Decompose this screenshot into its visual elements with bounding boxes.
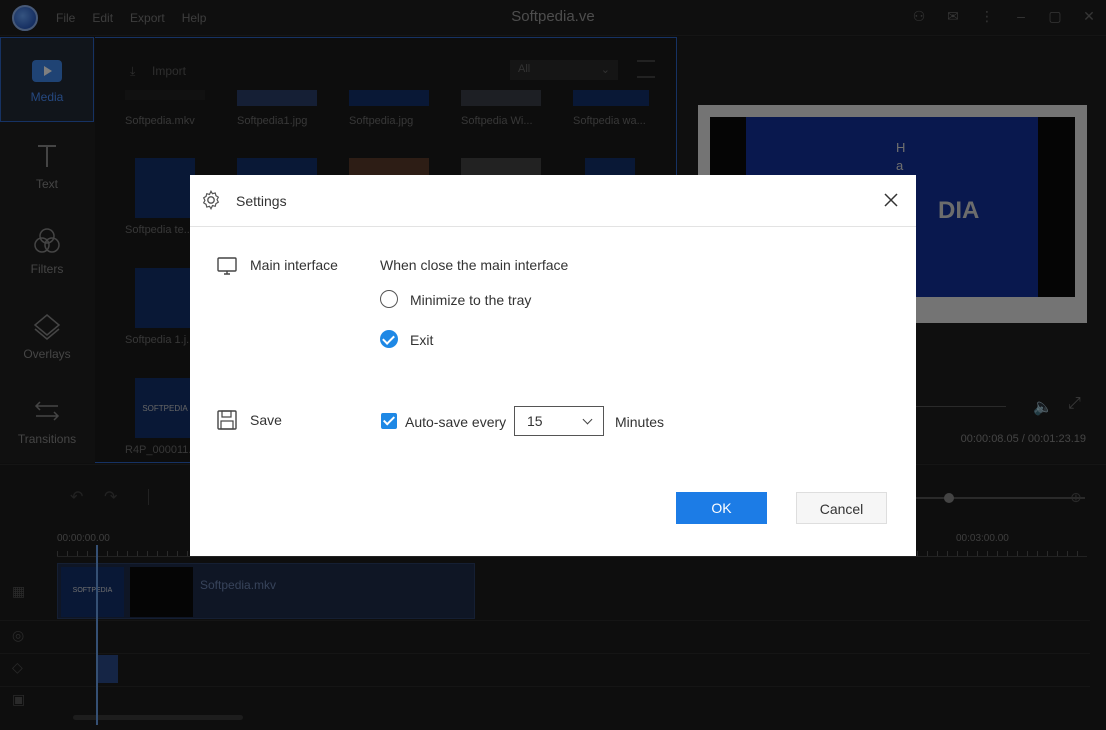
save-icon <box>217 410 237 430</box>
monitor-icon <box>217 257 237 275</box>
autosave-label[interactable]: Auto-save every <box>405 414 506 430</box>
option-exit-label[interactable]: Exit <box>410 332 433 348</box>
autosave-interval-select[interactable]: 15 <box>514 406 604 436</box>
cancel-button[interactable]: Cancel <box>796 492 887 524</box>
dialog-title: Settings <box>236 193 287 209</box>
autosave-unit-label: Minutes <box>615 414 665 430</box>
dialog-header: Settings <box>190 175 916 227</box>
option-minimize-label[interactable]: Minimize to the tray <box>410 292 531 308</box>
autosave-checkbox[interactable] <box>381 413 397 429</box>
radio-minimize-to-tray[interactable] <box>380 290 398 308</box>
radio-exit[interactable] <box>380 330 398 348</box>
close-icon[interactable] <box>880 189 902 211</box>
section-save: Save <box>250 412 282 428</box>
gear-icon <box>202 190 220 210</box>
autosave-interval-value: 15 <box>527 413 543 429</box>
ok-button[interactable]: OK <box>676 492 767 524</box>
chevron-down-icon <box>582 414 593 425</box>
section-main-interface: Main interface <box>250 257 338 273</box>
settings-dialog: Settings Main interface When close the m… <box>190 175 916 556</box>
close-prompt-label: When close the main interface <box>380 257 569 273</box>
